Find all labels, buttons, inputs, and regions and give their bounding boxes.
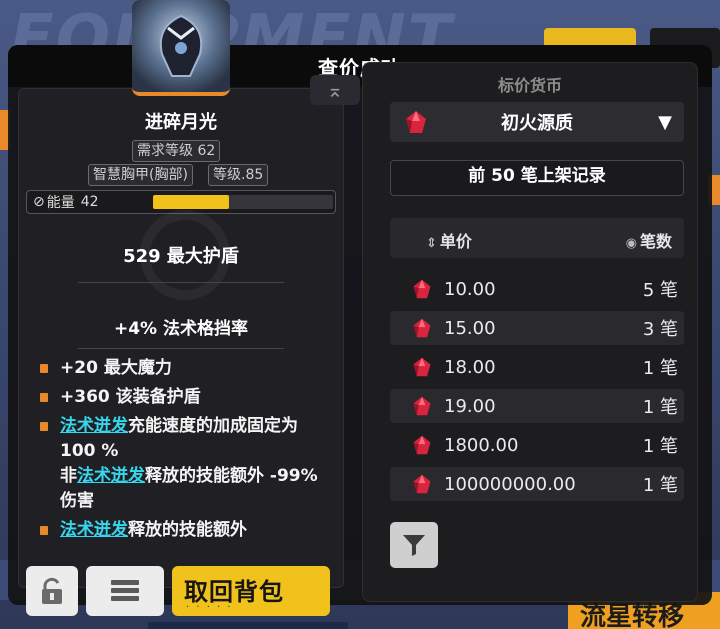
stat-divider [78,282,284,283]
count-column-header[interactable]: ◉ 笔数 [626,228,672,252]
item-thumbnail [132,0,230,96]
listing-count: 1 笔 [642,436,678,457]
currency-label: 标价货币 [497,76,562,95]
affix-list: +20 最大魔力 +360 该装备护盾 法术迸发充能速度的加成固定为 100 %… [40,356,336,547]
energy-icon: ⊘ [33,194,45,210]
affix-item: +20 最大魔力 [40,356,336,381]
listing-price: 18.00 [444,356,496,378]
listing-count: 1 笔 [642,475,678,496]
currency-selected: 初火源质 [501,113,573,134]
item-slot-tag: 智慧胸甲(胸部) [88,164,193,186]
listing-row: 10.00 5 笔 [390,272,684,306]
armor-icon [159,14,203,77]
energy-label: 能量 [46,195,75,211]
filter-icon [403,535,425,556]
affix-item: +360 该装备护盾 [40,385,336,410]
dropdown-arrow-icon: ▼ [658,112,672,133]
sort-icon: ⇕ [426,236,437,251]
listing-count: 1 笔 [642,397,678,418]
recent-listings-button[interactable]: 前 50 笔上架记录 [390,160,684,196]
listing-price: 19.00 [444,395,496,417]
background-bottom-bar [148,622,348,629]
list-icon [111,580,139,601]
gem-icon [413,318,431,338]
affix-item: 法术迸发释放的技能额外 [40,518,336,543]
listing-row: 19.00 1 笔 [390,389,684,423]
level-requirement-tag: 需求等级 62 [132,140,221,162]
listing-price: 10.00 [444,278,496,300]
price-column-header[interactable]: ⇕ 单价 [426,228,472,252]
main-stat: 529 最大护盾 [123,246,239,267]
listing-count: 3 笔 [642,319,678,340]
keyword-link[interactable]: 法术迸发 [60,416,128,436]
collapse-icon[interactable]: ⌅ [310,75,360,105]
affix-item: 法术迸发充能速度的加成固定为 100 % 非法术迸发释放的技能额外 -99% 伤… [40,414,336,514]
listing-count: 1 笔 [642,358,678,379]
listing-row: 18.00 1 笔 [390,350,684,384]
energy-track [153,195,333,209]
keyword-link[interactable]: 法术迸发 [77,466,145,486]
listing-count: 5 笔 [642,280,678,301]
item-name: 进碎月光 [145,112,217,133]
retrieve-sublabel: · · · · · [186,602,233,613]
secondary-stat: +4% 法术格挡率 [113,319,249,339]
keyword-link[interactable]: 法术迸发 [60,520,128,540]
gem-icon [413,474,431,494]
listing-price: 100000000.00 [444,473,576,495]
filter-button[interactable] [390,522,438,568]
listing-rows: 10.00 5 笔 15.00 3 笔 18.00 1 笔 19.00 1 笔 … [390,272,684,506]
item-grade-tag: 等级.85 [208,164,269,186]
retrieve-to-bag-button[interactable]: 取回背包 · · · · · [172,566,330,616]
listing-price: 15.00 [444,317,496,339]
lock-button[interactable] [26,566,78,616]
listing-header: ⇕ 单价 ◉ 笔数 [390,218,684,258]
unlock-icon [42,577,62,604]
gem-icon [413,396,431,416]
energy-value: 42 [80,194,99,210]
listing-row: 100000000.00 1 笔 [390,467,684,501]
stack-icon: ◉ [625,236,637,251]
energy-fill [153,195,229,209]
listing-row: 15.00 3 笔 [390,311,684,345]
gem-icon [413,435,431,455]
gem-icon [413,357,431,377]
stat-divider [78,348,284,349]
gem-icon [413,279,431,299]
listing-price: 1800.00 [444,434,519,456]
currency-dropdown[interactable]: 初火源质 ▼ [390,102,684,142]
listing-row: 1800.00 1 笔 [390,428,684,462]
menu-button[interactable] [86,566,164,616]
